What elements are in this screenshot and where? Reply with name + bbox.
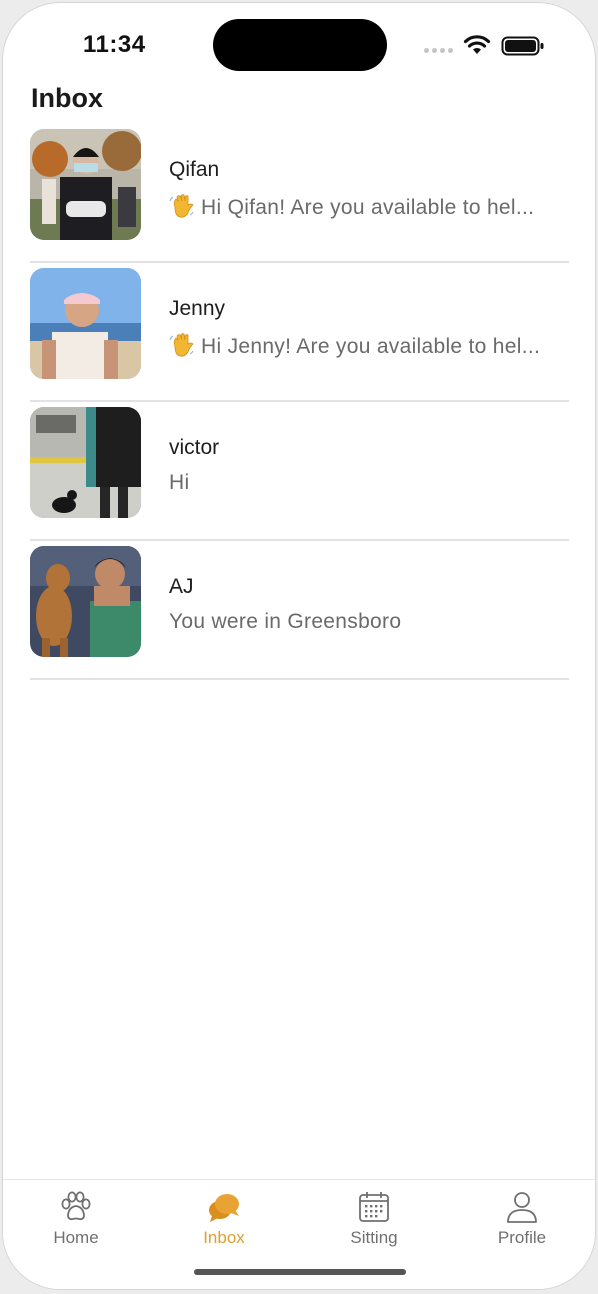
home-indicator[interactable] [194, 1269, 406, 1275]
tab-profile[interactable]: Profile [467, 1190, 577, 1248]
conversation-list: Qifan Hi Qifan! Are you available to hel… [30, 125, 569, 681]
waving-hand-icon [169, 194, 194, 218]
tab-sitting[interactable]: Sitting [319, 1190, 429, 1248]
message-preview-text: You were in Greensboro [169, 610, 402, 633]
avatar [30, 546, 141, 657]
wifi-icon [463, 35, 491, 54]
conversation-item[interactable]: AJ You were in Greensboro [30, 542, 569, 680]
dynamic-island [213, 19, 387, 71]
page-title: Inbox [31, 83, 103, 113]
message-preview: Hi Jenny! Are you available to hel... [169, 332, 569, 359]
tab-label: Home [53, 1228, 99, 1247]
status-bar: 11:34 [3, 3, 595, 83]
tab-label: Inbox [203, 1228, 245, 1247]
message-preview: Hi [169, 471, 569, 495]
avatar [30, 407, 141, 518]
conversation-item[interactable]: Jenny Hi Jenny! Are you available to hel… [30, 264, 569, 402]
conversation-item[interactable]: victor Hi [30, 403, 569, 541]
message-preview-text: Hi Jenny! Are you available to hel... [201, 335, 541, 358]
message-preview-text: Hi Qifan! Are you available to hel... [201, 196, 535, 219]
avatar [30, 129, 141, 240]
person-icon [507, 1192, 537, 1223]
battery-icon [501, 36, 544, 56]
conversation-item[interactable]: Qifan Hi Qifan! Are you available to hel… [30, 125, 569, 263]
tab-label: Sitting [350, 1228, 398, 1247]
status-time: 11:34 [83, 31, 146, 58]
tab-label: Profile [497, 1228, 547, 1247]
avatar [30, 268, 141, 379]
message-preview: You were in Greensboro [169, 610, 569, 634]
contact-name: Qifan [169, 158, 220, 181]
paw-icon [61, 1191, 91, 1221]
cellular-signal-icon [424, 48, 453, 53]
message-preview-text: Hi [169, 471, 190, 494]
chat-bubbles-icon [209, 1194, 239, 1222]
contact-name: Jenny [169, 297, 226, 320]
message-preview: Hi Qifan! Are you available to hel... [169, 193, 569, 220]
tab-home[interactable]: Home [21, 1190, 131, 1248]
phone-screen: 11:34 Inbox Qifan Hi Qifan! Are you avai… [2, 2, 596, 1290]
tab-inbox[interactable]: Inbox [169, 1190, 279, 1248]
contact-name: victor [169, 436, 220, 459]
contact-name: AJ [169, 575, 194, 598]
calendar-icon [359, 1192, 389, 1222]
waving-hand-icon [169, 333, 194, 357]
